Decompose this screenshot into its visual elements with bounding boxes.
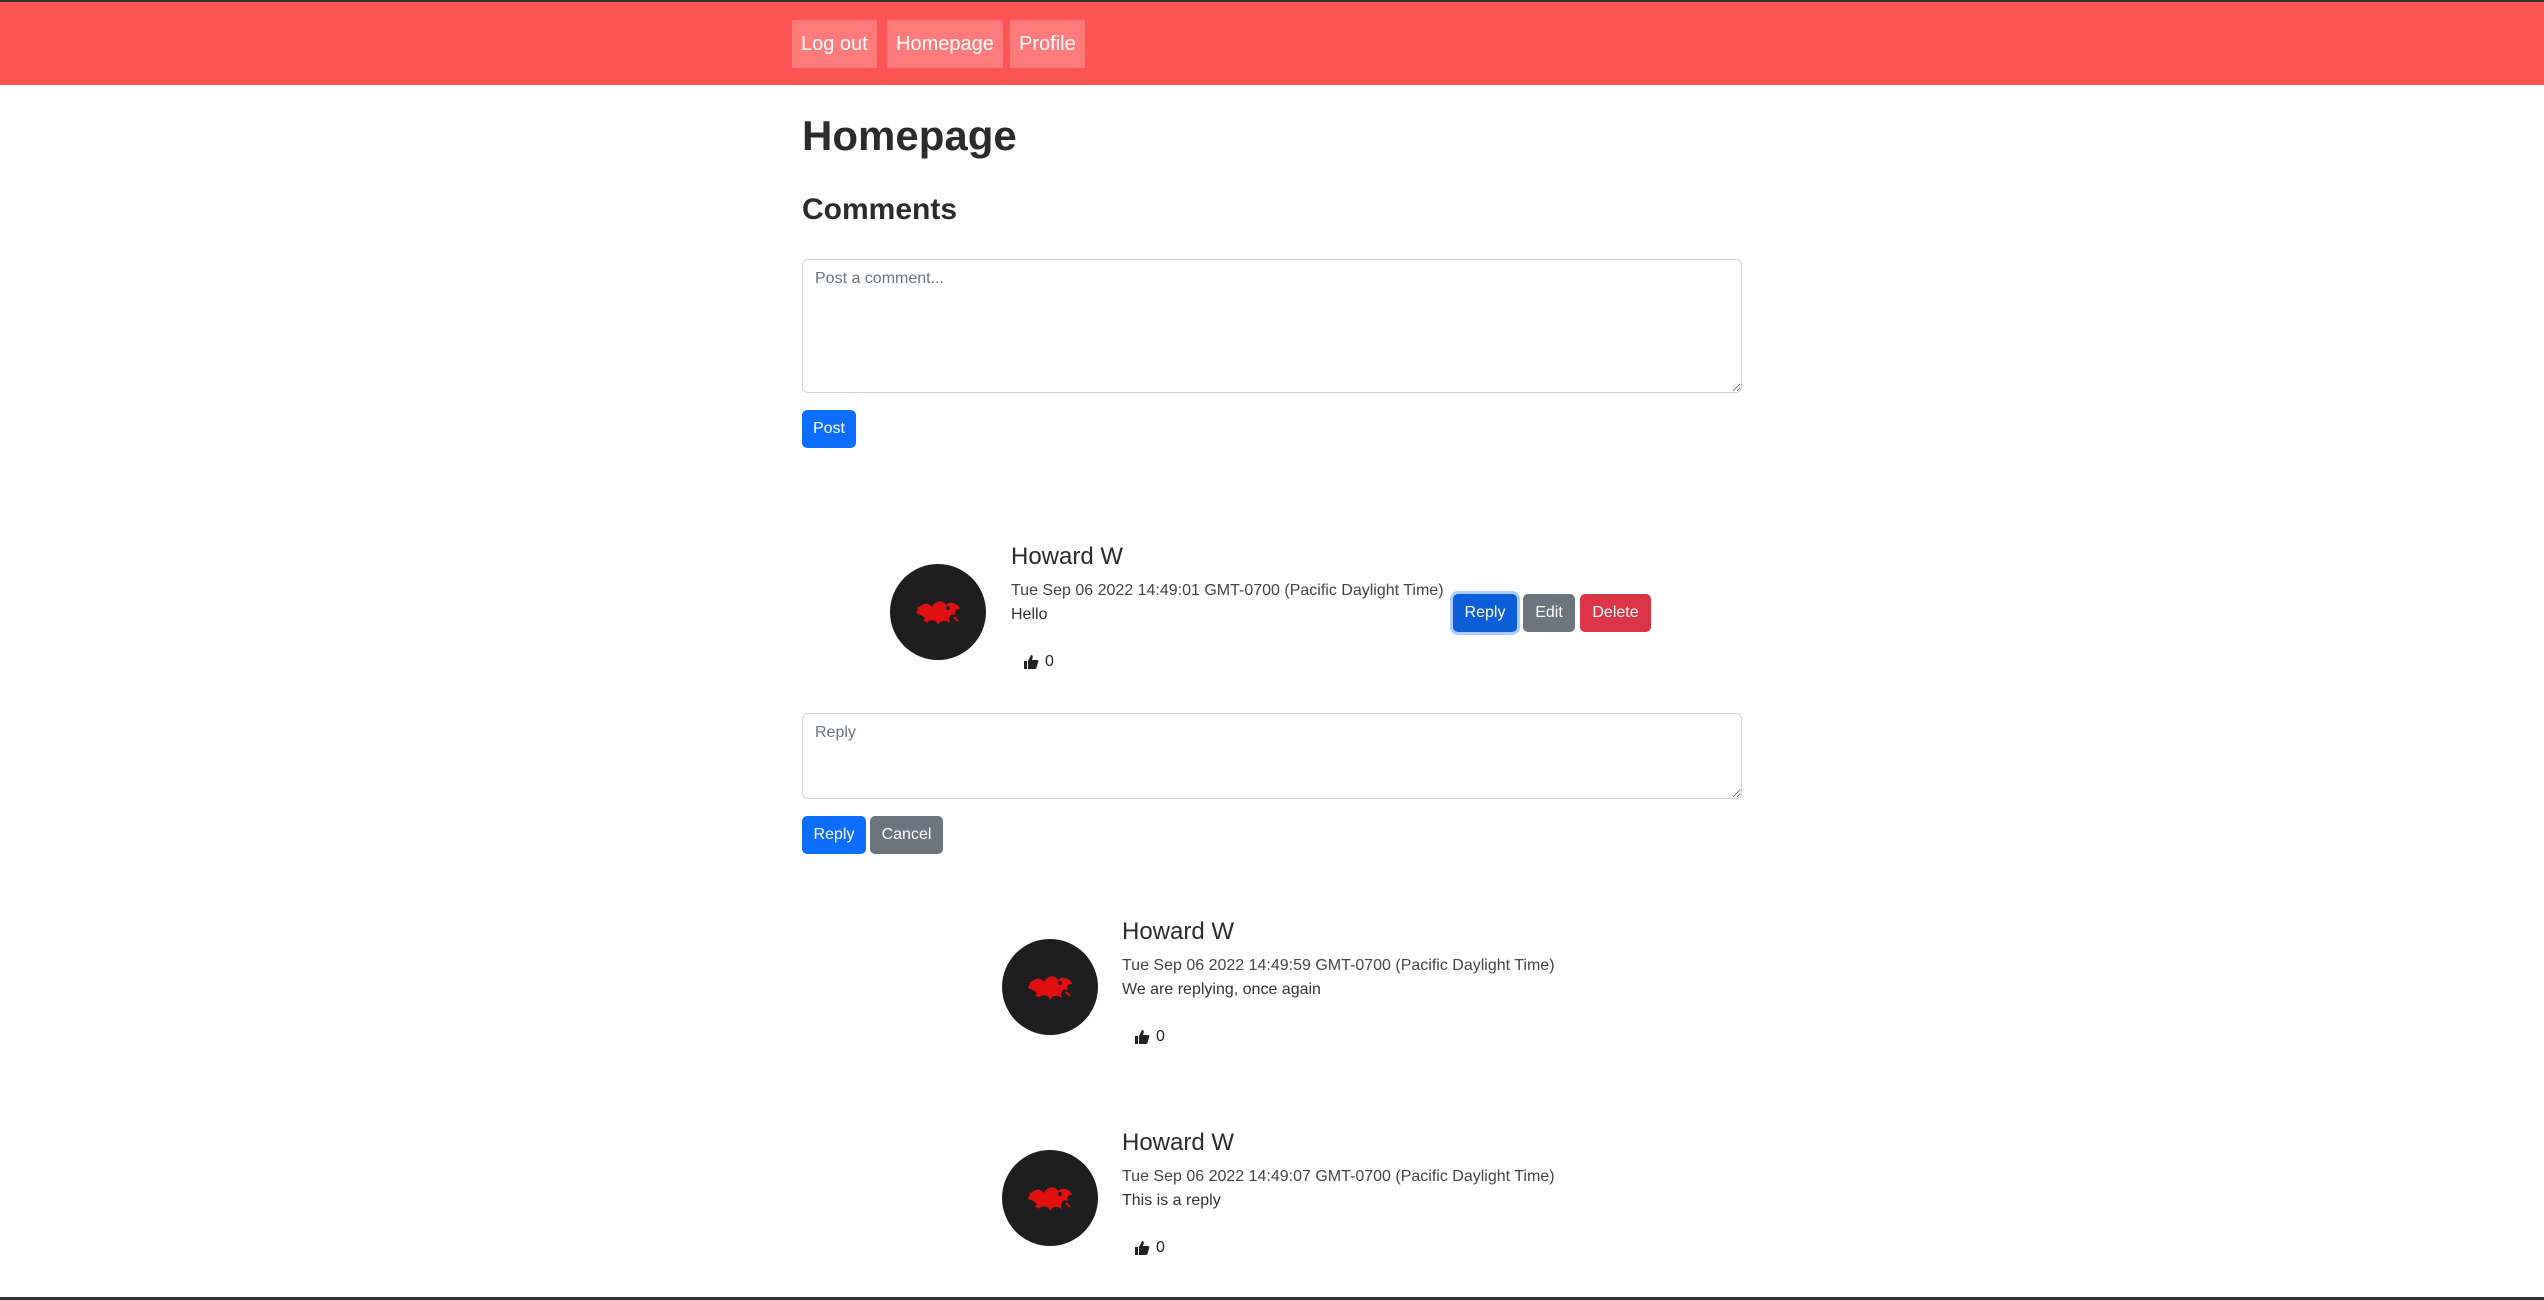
comment-text: Hello (1011, 606, 1048, 623)
avatar (1002, 1150, 1098, 1246)
avatar (1002, 939, 1098, 1035)
like-count: 0 (1156, 1239, 1165, 1256)
logout-button[interactable]: Log out (792, 20, 877, 68)
reply-submit-button[interactable]: Reply (802, 816, 866, 854)
thumbs-up-icon (1135, 1241, 1150, 1255)
comment-author: Howard W (1122, 918, 1235, 945)
thumbs-up-icon (1024, 655, 1039, 669)
comment-date: Tue Sep 06 2022 14:49:07 GMT-0700 (Pacif… (1122, 1168, 1555, 1185)
red-dragon-icon (916, 601, 960, 625)
like-button[interactable]: 0 (1023, 653, 1054, 671)
red-dragon-icon (1028, 976, 1072, 1000)
avatar (890, 564, 986, 660)
like-button[interactable]: 0 (1134, 1239, 1165, 1257)
like-count: 0 (1156, 1028, 1165, 1045)
reply-input[interactable] (802, 713, 1742, 799)
nav-profile-link[interactable]: Profile (1010, 20, 1085, 68)
comment-date: Tue Sep 06 2022 14:49:01 GMT-0700 (Pacif… (1011, 582, 1444, 599)
comment-author: Howard W (1122, 1129, 1235, 1156)
like-button[interactable]: 0 (1134, 1028, 1165, 1046)
reply-button[interactable]: Reply (1453, 594, 1517, 632)
comment-text: We are replying, once again (1122, 981, 1321, 998)
cancel-button[interactable]: Cancel (870, 816, 943, 854)
red-dragon-icon (1028, 1187, 1072, 1211)
comment-text: This is a reply (1122, 1192, 1221, 1209)
edit-button[interactable]: Edit (1523, 594, 1575, 632)
nav-homepage-link[interactable]: Homepage (887, 20, 1003, 68)
page-title: Homepage (802, 112, 1017, 159)
post-button[interactable]: Post (802, 410, 856, 448)
comment-author: Howard W (1011, 543, 1124, 570)
like-count: 0 (1045, 653, 1054, 670)
comments-heading: Comments (802, 193, 958, 226)
thumbs-up-icon (1135, 1030, 1150, 1044)
comment-date: Tue Sep 06 2022 14:49:59 GMT-0700 (Pacif… (1122, 957, 1555, 974)
delete-button[interactable]: Delete (1580, 594, 1651, 632)
comment-input[interactable] (802, 259, 1742, 393)
navbar: Log out Homepage Profile (0, 0, 2544, 85)
